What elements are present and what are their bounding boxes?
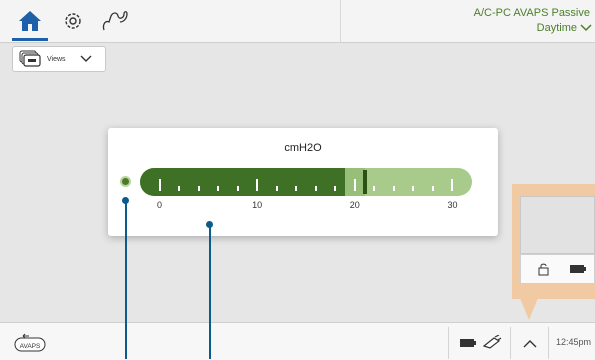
gauge-tick xyxy=(431,186,434,191)
chevron-down-icon xyxy=(580,24,592,32)
settings-gear-icon xyxy=(65,13,81,29)
gauge-tick xyxy=(197,186,200,191)
gauge-tick xyxy=(217,186,220,191)
callout-panel xyxy=(520,196,595,254)
alarm-panel-toggle[interactable] xyxy=(510,327,549,359)
gauge-tick xyxy=(334,186,337,191)
gauge-marker xyxy=(362,170,367,194)
home-button[interactable] xyxy=(12,4,48,41)
callout-tail xyxy=(520,298,538,320)
mode-panel[interactable]: A/C-PC AVAPS Passive Daytime xyxy=(340,0,595,42)
avaps-label: AVAPS xyxy=(20,343,41,350)
chevron-down-icon xyxy=(80,55,92,62)
settings-button[interactable] xyxy=(58,6,88,36)
gauge-indicator-dot xyxy=(120,176,131,187)
gauge-tick-label: 10 xyxy=(252,200,263,210)
mode-subtitle: Daytime xyxy=(536,22,577,34)
gauge-tick xyxy=(392,186,395,191)
home-icon xyxy=(19,11,41,31)
battery-icon xyxy=(570,265,586,273)
gauge-tick xyxy=(178,186,181,191)
lock-icon xyxy=(538,263,549,276)
views-label: Views xyxy=(47,55,66,63)
gauge-tick xyxy=(373,186,376,191)
gauge-tick xyxy=(353,179,356,191)
callout-status-bar xyxy=(520,254,595,284)
gauge-tick xyxy=(314,186,317,191)
views-dropdown[interactable]: Views xyxy=(12,46,106,72)
gauge-unit-label: cmH2O xyxy=(284,142,322,154)
circuit-icon xyxy=(102,11,128,31)
clock-time: 12:45pm xyxy=(556,337,592,347)
avaps-icon: AVAPS xyxy=(14,333,46,352)
chevron-up-icon xyxy=(523,339,537,347)
circuit-button[interactable] xyxy=(98,6,132,36)
gauge-tick xyxy=(158,179,161,191)
gauge-tick-label: 30 xyxy=(447,200,458,210)
gauge-fill xyxy=(140,168,346,196)
annotation-dot-indicator xyxy=(122,197,129,204)
avaps-button[interactable]: AVAPS xyxy=(14,332,46,352)
annotation-line-indicator xyxy=(125,200,127,359)
annotation-line-gauge xyxy=(209,224,211,359)
gauge-tick xyxy=(236,186,239,191)
mode-title: A/C-PC AVAPS Passive xyxy=(473,7,590,19)
gauge-tick-label: 0 xyxy=(157,200,163,210)
gauge-tick xyxy=(256,179,259,191)
gauge-tick xyxy=(295,186,298,191)
pressure-gauge-card: cmH2O 0 10 20 30 xyxy=(108,128,498,236)
gauge-tick xyxy=(412,186,415,191)
gauge-track xyxy=(140,168,472,196)
gauge-tick xyxy=(275,186,278,191)
annotation-dot-gauge xyxy=(206,221,213,228)
mode-profile-dropdown[interactable]: Daytime xyxy=(537,22,592,34)
gauge-tick xyxy=(451,179,454,191)
power-status xyxy=(448,327,511,359)
power-plug-icon xyxy=(482,335,502,349)
views-stack-icon xyxy=(19,50,41,67)
gauge-tick-label: 20 xyxy=(349,200,360,210)
battery-icon xyxy=(460,339,476,347)
